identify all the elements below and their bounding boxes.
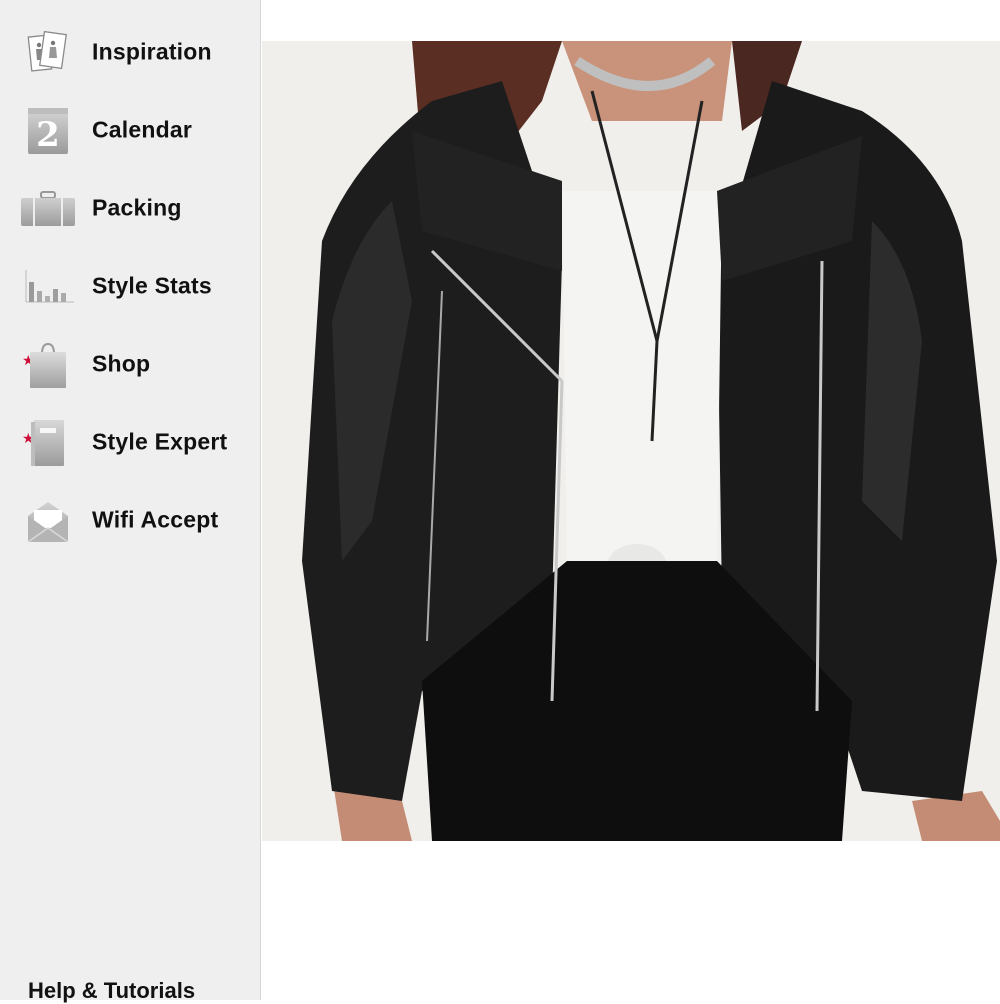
envelope-icon bbox=[27, 502, 69, 543]
book-icon bbox=[31, 420, 64, 466]
help-tutorials-link[interactable]: Help & Tutorials bbox=[28, 978, 195, 1004]
sidebar-item-style-stats[interactable]: Style Stats bbox=[0, 256, 260, 316]
sidebar-item-label: Calendar bbox=[92, 116, 193, 143]
suitcase-icon bbox=[21, 191, 75, 226]
calendar-icon: 2 bbox=[28, 108, 68, 154]
product-photo[interactable] bbox=[262, 41, 1000, 841]
sidebar-item-label: Wifi Accept bbox=[92, 506, 219, 533]
sidebar-item-calendar[interactable]: 2 Calendar bbox=[0, 100, 260, 160]
sidebar: Inspiration 2 Calendar Packing Style Sta… bbox=[0, 0, 261, 1003]
sidebar-item-label: Style Stats bbox=[92, 272, 212, 299]
sidebar-item-shop[interactable]: ★ Shop bbox=[0, 334, 260, 394]
sidebar-item-inspiration[interactable]: Inspiration bbox=[0, 22, 260, 82]
shopping-bag-icon bbox=[30, 342, 66, 388]
svg-text:2: 2 bbox=[36, 115, 60, 154]
leather-jacket-illustration bbox=[302, 41, 1000, 841]
sidebar-item-style-expert[interactable]: ★ Style Expert bbox=[0, 412, 260, 472]
bar-chart-icon bbox=[25, 270, 74, 303]
sidebar-item-packing[interactable]: Packing bbox=[0, 178, 260, 238]
sidebar-item-wifi-accept[interactable]: Wifi Accept bbox=[0, 490, 260, 550]
inspiration-icon bbox=[27, 30, 67, 72]
sidebar-item-label: Inspiration bbox=[92, 38, 212, 65]
sidebar-item-label: Shop bbox=[92, 350, 151, 377]
sidebar-item-label: Style Expert bbox=[92, 428, 228, 455]
sidebar-item-label: Packing bbox=[92, 194, 182, 221]
main-content bbox=[262, 0, 1000, 1000]
